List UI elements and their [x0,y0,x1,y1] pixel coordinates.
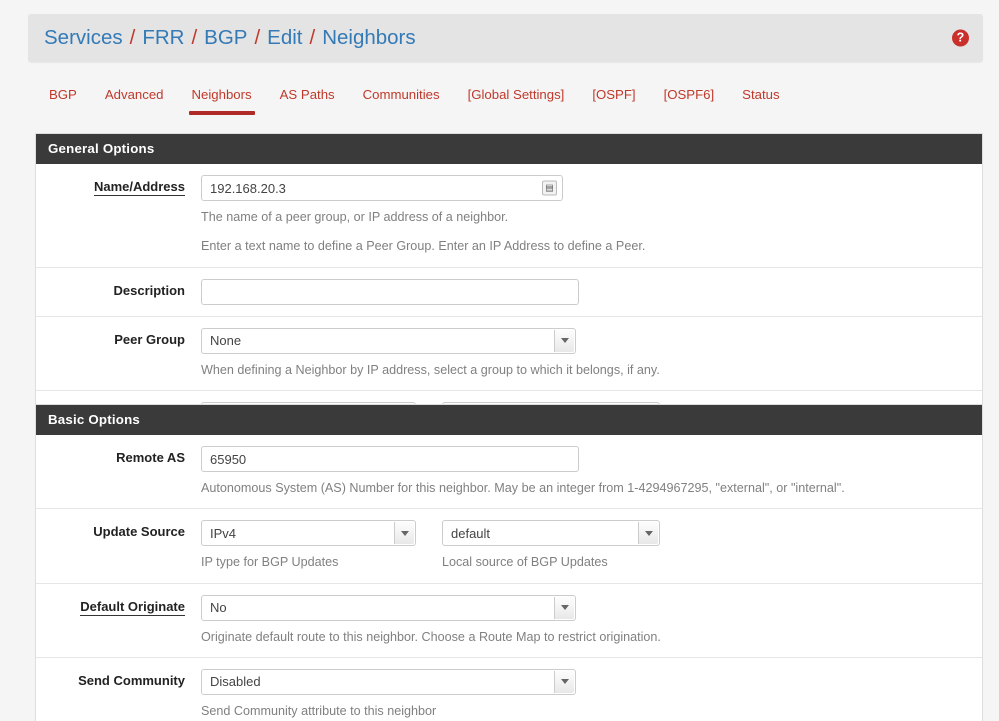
default-originate-value: No [210,600,227,615]
peer-group-select[interactable]: None [201,327,576,354]
peer-group-value: None [210,333,242,348]
control-update-source: IPv4 IP type for BGP Updates default Loc… [201,520,982,571]
control-send-community: Disabled Send Community attribute to thi… [201,668,982,720]
tab-bgp[interactable]: BGP [35,76,91,115]
breadcrumb: Services / FRR / BGP / Edit / Neighbors [44,25,416,49]
label-description: Description [113,282,185,298]
control-peer-group: None When defining a Neighbor by IP addr… [201,327,982,379]
help-update-source-local: Local source of BGP Updates [442,555,608,570]
tab-status[interactable]: Status [728,76,793,115]
label-send-community: Send Community [78,672,185,688]
help-default-originate: Originate default route to this neighbor… [201,629,661,644]
help-peer-group: When defining a Neighbor by IP address, … [201,362,660,377]
breadcrumb-bar: Services / FRR / BGP / Edit / Neighbors … [28,14,983,62]
page-root: Services / FRR / BGP / Edit / Neighbors … [0,0,999,721]
help-name-address-2: Enter a text name to define a Peer Group… [201,239,646,254]
chevron-down-icon [554,596,574,619]
default-originate-select[interactable]: No [201,594,576,621]
send-community-select[interactable]: Disabled [201,668,576,695]
label-remote-as: Remote AS [116,450,185,465]
update-source-local-value: default [451,525,491,541]
chevron-down-icon [554,329,574,352]
tab-neighbors[interactable]: Neighbors [178,76,266,115]
breadcrumb-item-frr[interactable]: FRR [142,27,184,49]
label-name-address: Name/Address [36,175,201,256]
breadcrumb-item-services[interactable]: Services [44,27,123,49]
label-update-source: Update Source [93,524,185,540]
tab-as-paths[interactable]: AS Paths [266,76,349,115]
label-default-originate-text[interactable]: Default Originate [80,598,185,616]
breadcrumb-item-bgp[interactable]: BGP [204,27,247,49]
update-source-iptype-col: IPv4 IP type for BGP Updates [201,520,416,571]
update-source-local-select[interactable]: default [442,520,660,547]
breadcrumb-separator: / [254,25,261,49]
help-remote-as: Autonomous System (AS) Number for this n… [201,481,845,495]
form-fill-icon[interactable]: ▤ [542,180,557,196]
general-options-title: General Options [36,134,982,164]
help-name-address-1: The name of a peer group, or IP address … [201,210,509,224]
chevron-down-icon [638,522,658,545]
label-peer-group: Peer Group [114,331,185,347]
basic-options-panel: Basic Options Remote AS Autonomous Syste… [35,404,983,721]
update-source-ip-type-select[interactable]: IPv4 [201,520,416,547]
tab-bar: BGP Advanced Neighbors AS Paths Communit… [35,76,985,118]
tab-advanced[interactable]: Advanced [91,76,178,115]
row-send-community: Send Community Disabled Send Community a… [36,658,982,721]
tab-global-settings[interactable]: [Global Settings] [454,76,579,115]
help-icon[interactable]: ? [952,29,969,47]
description-input[interactable] [201,278,579,305]
update-source-ip-type-value: IPv4 [210,525,237,541]
help-update-source-ip-type: IP type for BGP Updates [201,555,339,570]
row-default-originate: Default Originate No Originate default r… [36,584,982,658]
row-remote-as: Remote AS Autonomous System (AS) Number … [36,435,982,510]
chevron-down-icon [394,522,414,545]
breadcrumb-item-neighbors[interactable]: Neighbors [322,27,415,49]
label-name-address-text[interactable]: Name/Address [93,179,185,196]
breadcrumb-item-edit[interactable]: Edit [267,27,302,49]
tab-ospf[interactable]: [OSPF] [578,76,649,115]
breadcrumb-separator: / [309,25,316,49]
tab-ospf6[interactable]: [OSPF6] [650,76,729,115]
name-address-input-wrap: ▤ [201,175,563,201]
name-address-input[interactable] [201,175,563,201]
control-remote-as: Autonomous System (AS) Number for this n… [201,446,982,497]
breadcrumb-separator: / [191,25,198,49]
control-default-originate: No Originate default route to this neigh… [201,594,982,646]
send-community-value: Disabled [210,674,261,690]
row-description: Description [36,268,982,317]
tab-communities[interactable]: Communities [349,76,454,115]
control-description [201,278,982,305]
remote-as-input[interactable] [201,446,579,472]
row-update-source: Update Source IPv4 IP type for BGP Updat… [36,509,982,584]
control-name-address: ▤ The name of a peer group, or IP addres… [201,175,982,256]
breadcrumb-separator: / [129,25,136,49]
update-source-local-col: default Local source of BGP Updates [442,520,660,571]
label-default-originate: Default Originate [36,595,201,646]
row-peer-group: Peer Group None When defining a Neighbor… [36,317,982,391]
row-name-address: Name/Address ▤ The name of a peer group,… [36,164,982,268]
help-send-community: Send Community attribute to this neighbo… [201,703,437,718]
basic-options-title: Basic Options [36,405,982,435]
chevron-down-icon [554,670,574,693]
